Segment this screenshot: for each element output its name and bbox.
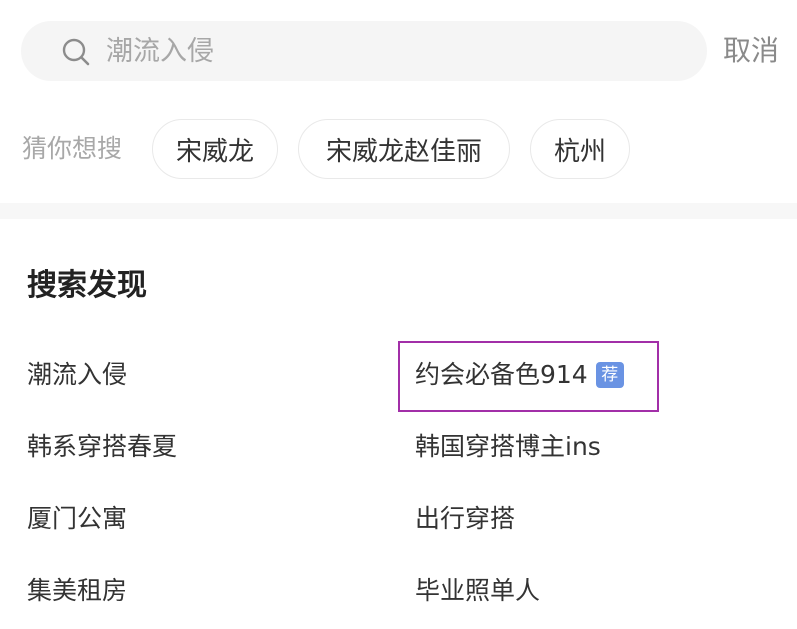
discover-item-label: 约会必备色914 <box>415 360 588 389</box>
discover-item[interactable]: 厦门公寓 <box>27 501 127 537</box>
discover-item[interactable]: 韩国穿搭博主ins <box>415 429 601 465</box>
cancel-button[interactable]: 取消 <box>723 31 779 71</box>
search-header: 取消 猜你想搜 宋威龙 宋威龙赵佳丽 杭州 <box>0 0 797 203</box>
discover-item[interactable]: 集美租房 <box>27 573 127 609</box>
search-box[interactable] <box>21 21 707 81</box>
search-input[interactable] <box>106 21 686 81</box>
discover-item[interactable]: 约会必备色914 荐 <box>415 357 624 393</box>
search-icon <box>62 38 90 66</box>
discover-item[interactable]: 出行穿搭 <box>415 501 515 537</box>
suggestion-chip[interactable]: 宋威龙 <box>152 119 278 179</box>
discover-section: 搜索发现 潮流入侵 韩系穿搭春夏 厦门公寓 集美租房 约会必备色914 荐 韩国穿… <box>0 219 797 629</box>
discover-item[interactable]: 毕业照单人 <box>415 573 540 609</box>
discover-title: 搜索发现 <box>27 268 147 303</box>
discover-item[interactable]: 韩系穿搭春夏 <box>27 429 177 465</box>
discover-item[interactable]: 潮流入侵 <box>27 357 127 393</box>
suggestion-chip[interactable]: 杭州 <box>530 119 630 179</box>
guess-label: 猜你想搜 <box>22 134 123 163</box>
section-divider <box>0 203 797 219</box>
suggestion-chip[interactable]: 宋威龙赵佳丽 <box>298 119 510 179</box>
recommend-badge: 荐 <box>595 362 624 388</box>
